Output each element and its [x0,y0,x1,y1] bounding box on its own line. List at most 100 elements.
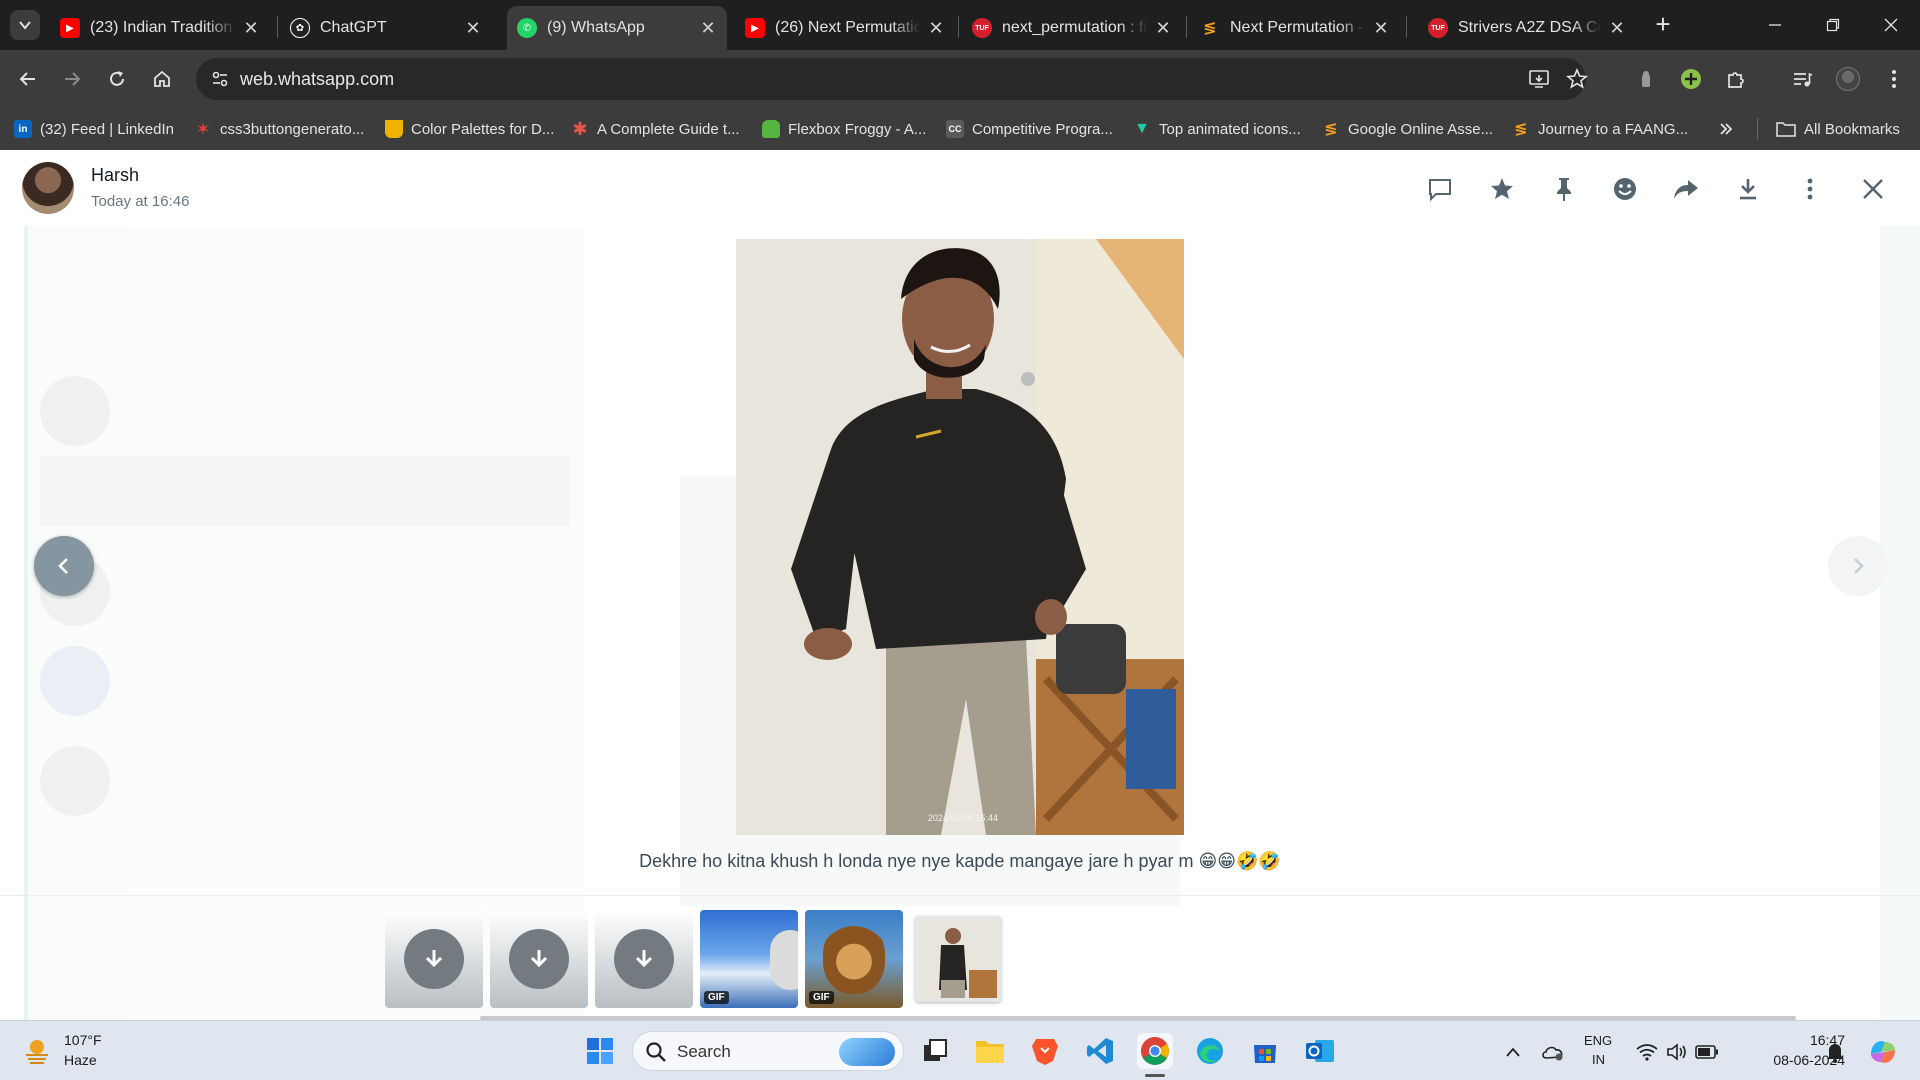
close-window-button[interactable] [1874,10,1908,40]
onedrive-tray-icon[interactable] [1540,1039,1566,1065]
volume-icon[interactable] [1664,1039,1690,1065]
star-message-button[interactable] [1485,172,1519,206]
close-icon[interactable]: ✕ [1154,18,1172,39]
bookmarks-overflow-button[interactable] [1718,117,1734,141]
task-view-button[interactable] [917,1033,953,1069]
pin-icon [1557,178,1571,201]
sender-name: Harsh [91,165,140,185]
thumbnail-download[interactable] [595,910,693,1008]
forward-button[interactable] [56,63,88,95]
download-arrow-icon [635,950,653,968]
close-icon[interactable]: ✕ [927,18,945,39]
new-tab-button[interactable]: + [1650,11,1676,38]
lordicon-icon: ▼ [1134,120,1150,137]
taskbar-search-box[interactable]: Search [632,1031,904,1071]
bookmark-animated-icons[interactable]: ▼ Top animated icons... [1133,117,1301,141]
thumbnail-download[interactable] [385,910,483,1008]
chrome-button[interactable] [1137,1033,1173,1069]
restore-button[interactable] [1816,10,1850,40]
forward-arrow-icon [1674,180,1698,199]
thumbnail-gif-sky[interactable]: GIF [700,910,798,1008]
tab-strivers-a2z[interactable]: TUF Strivers A2Z DSA Co ✕ [1418,6,1636,50]
tab-separator [1186,16,1187,38]
extension-puzzle-small-icon[interactable] [1630,63,1662,95]
more-options-button[interactable] [1793,172,1827,206]
home-button[interactable] [146,63,178,95]
bookmark-google-online-assessment[interactable]: ≶ Google Online Asse... [1322,117,1493,141]
edge-button[interactable] [1192,1033,1228,1069]
reload-button[interactable] [101,63,133,95]
microsoft-store-button[interactable] [1247,1033,1283,1069]
next-media-button[interactable] [1828,536,1888,596]
bookmark-flexbox-froggy[interactable]: Flexbox Froggy - A... [762,117,926,141]
all-bookmarks-button[interactable]: All Bookmarks [1776,117,1900,141]
bookmark-star-icon[interactable] [1566,68,1588,90]
url-text[interactable]: web.whatsapp.com [240,69,394,90]
arrow-left-icon [19,72,35,86]
tab-tuf-next-permutation[interactable]: TUF next_permutation : fi ✕ [962,6,1182,50]
brave-browser-button[interactable] [1027,1033,1063,1069]
outlook-button[interactable] [1302,1033,1338,1069]
address-bar[interactable]: web.whatsapp.com [196,58,1588,100]
wifi-icon[interactable] [1634,1039,1660,1065]
bookmark-linkedin[interactable]: in (32) Feed | LinkedIn [14,117,174,141]
download-button[interactable] [1731,172,1765,206]
close-icon[interactable]: ✕ [1372,18,1390,39]
browser-menu-button[interactable] [1878,63,1910,95]
weather-icon[interactable] [22,1035,52,1065]
sender-avatar[interactable] [22,162,74,214]
message-timestamp: Today at 16:46 [91,193,190,210]
extension-green-plus-icon[interactable] [1675,63,1707,95]
thumbnail-gif-lion[interactable]: GIF [805,910,903,1008]
close-viewer-button[interactable] [1856,172,1890,206]
photo-illustration [736,239,1184,835]
bookmark-journey-faang[interactable]: ≶ Journey to a FAANG... [1512,117,1688,141]
tab-youtube-next-permutation[interactable]: ▶ (26) Next Permutation ✕ [735,6,955,50]
forward-button[interactable] [1669,172,1703,206]
vscode-button[interactable] [1082,1033,1118,1069]
tab-whatsapp[interactable]: ✆ (9) WhatsApp ✕ [507,6,727,50]
close-icon[interactable]: ✕ [464,18,482,39]
copilot-icon[interactable] [1866,1035,1900,1069]
bookmark-css3buttongenerator[interactable]: ✶ css3buttongenerato... [194,117,364,141]
chevron-down-icon [19,21,31,30]
close-icon[interactable]: ✕ [1608,18,1626,39]
tab-title: (26) Next Permutation [775,19,921,36]
bookmark-color-palettes[interactable]: Color Palettes for D... [385,117,554,141]
pin-message-button[interactable] [1547,172,1581,206]
media-thumbnail-strip: GIF GIF [0,895,1920,1015]
close-icon[interactable]: ✕ [699,18,717,39]
profile-avatar[interactable] [1832,63,1864,95]
show-hidden-icons-button[interactable] [1500,1039,1526,1065]
tab-search-button[interactable] [10,10,40,40]
media-control-icon[interactable] [1786,63,1818,95]
tab-youtube-indian-tradition[interactable]: ▶ (23) Indian Tradition ✕ [50,6,270,50]
install-app-icon[interactable] [1528,68,1550,90]
thumbnail-current-photo[interactable] [915,916,1001,1002]
notifications-bell-icon[interactable] [1822,1039,1848,1065]
bookmarks-bar: in (32) Feed | LinkedIn ✶ css3buttongene… [0,108,1920,150]
close-icon[interactable]: ✕ [242,18,260,39]
input-region[interactable]: IN [1592,1052,1605,1067]
battery-icon[interactable] [1694,1039,1720,1065]
file-explorer-button[interactable] [972,1033,1008,1069]
start-button[interactable] [582,1033,618,1069]
bookmarks-divider [1757,118,1758,140]
tab-chatgpt[interactable]: ✿ ChatGPT ✕ [280,6,492,50]
weather-condition[interactable]: Haze [64,1052,97,1068]
browser-toolbar: web.whatsapp.com [0,50,1920,108]
bookmark-competitive-programming[interactable]: CC Competitive Progra... [946,117,1113,141]
bookmark-complete-guide[interactable]: ✱ A Complete Guide t... [571,117,739,141]
tab-leetcode-next-permutation[interactable]: ≶ Next Permutation - L ✕ [1190,6,1400,50]
minimize-button[interactable] [1758,10,1792,40]
windows-logo-icon [587,1038,613,1064]
thumbnail-download[interactable] [490,910,588,1008]
react-button[interactable] [1608,172,1642,206]
extensions-puzzle-icon[interactable] [1720,63,1752,95]
site-info-icon[interactable] [210,69,230,89]
weather-temperature[interactable]: 107°F [64,1032,102,1048]
go-to-message-button[interactable] [1423,172,1457,206]
back-button[interactable] [12,63,44,95]
input-language[interactable]: ENG [1584,1033,1612,1048]
previous-media-button[interactable] [34,536,94,596]
